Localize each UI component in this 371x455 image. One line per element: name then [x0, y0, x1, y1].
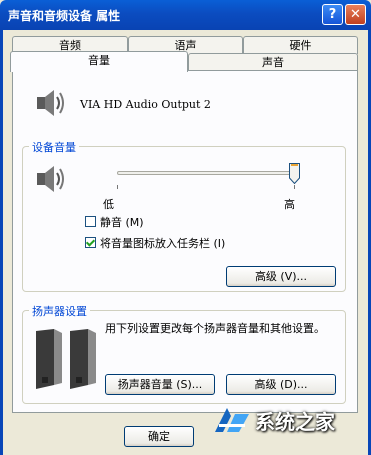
device-volume-legend: 设备音量 — [29, 139, 79, 155]
speakers-icon — [36, 329, 96, 389]
speaker-settings-legend: 扬声器设置 — [29, 303, 90, 319]
device-advanced-button[interactable]: 高级 (V)... — [226, 266, 336, 287]
tray-icon-label[interactable]: 将音量图标放入任务栏 (I) — [100, 235, 225, 251]
speaker-settings-description: 用下列设置更改每个扬声器音量和其他设置。 — [105, 322, 325, 335]
watermark-logo-icon — [215, 408, 249, 432]
ok-button[interactable]: 确定 — [124, 426, 194, 447]
close-button[interactable]: ✕ — [345, 4, 366, 25]
mute-checkbox[interactable] — [85, 216, 96, 227]
tab-sounds[interactable]: 声音 — [188, 53, 358, 71]
speaker-icon — [37, 90, 64, 116]
speaker-volume-button[interactable]: 扬声器音量 (S)... — [105, 374, 215, 395]
slider-tick — [117, 185, 118, 189]
device-name: VIA HD Audio Output 2 — [80, 98, 211, 111]
window-title: 声音和音频设备 属性 — [8, 9, 121, 23]
tray-icon-checkbox[interactable] — [85, 237, 96, 248]
watermark-text: 系统之家 — [255, 410, 335, 434]
slider-high-label: 高 — [284, 198, 295, 211]
help-button[interactable]: ? — [322, 4, 343, 25]
tab-volume[interactable]: 音量 — [10, 51, 188, 72]
device-volume-slider-track[interactable] — [117, 171, 295, 175]
volume-speaker-icon — [37, 166, 64, 192]
watermark: 系统之家 — [205, 392, 365, 442]
tab-hardware[interactable]: 硬件 — [243, 36, 358, 54]
mute-label[interactable]: 静音 (M) — [100, 214, 144, 230]
slider-low-label: 低 — [103, 198, 114, 211]
slider-tick — [294, 185, 295, 189]
device-volume-slider-thumb[interactable] — [289, 163, 300, 184]
title-bar[interactable]: 声音和音频设备 属性 ? ✕ — [0, 0, 371, 30]
